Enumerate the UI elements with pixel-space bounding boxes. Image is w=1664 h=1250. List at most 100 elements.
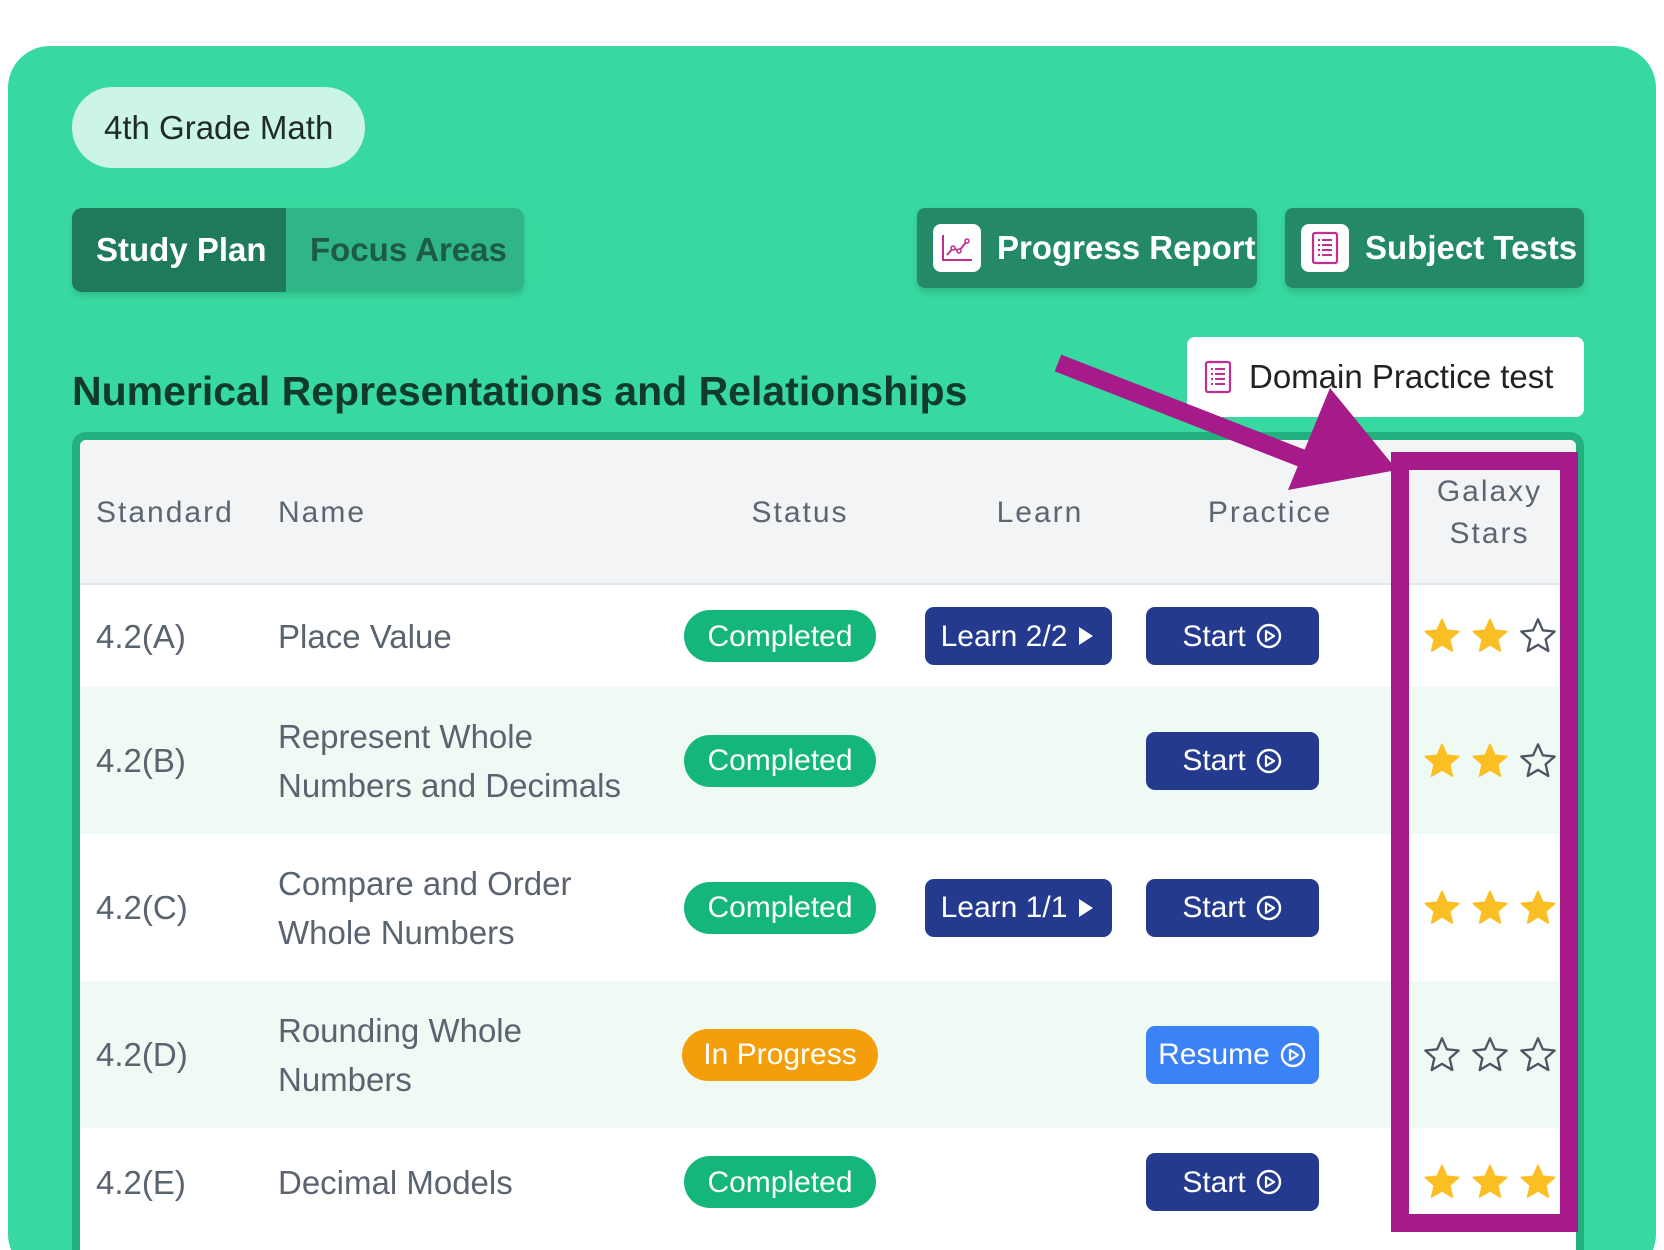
domain-practice-test-button[interactable]: Domain Practice test [1187, 337, 1584, 417]
standard-cell: 4.2(A) [96, 585, 266, 687]
stars-cell [1407, 1128, 1572, 1236]
section-title: Numerical Representations and Relationsh… [72, 368, 968, 414]
standard-cell: 4.2(D) [96, 981, 266, 1128]
resume-button[interactable]: Resume [1145, 1025, 1319, 1084]
status-cell: Completed [680, 834, 880, 981]
name-cell: Rounding Whole Numbers [278, 981, 678, 1128]
list-document-icon [1203, 360, 1233, 394]
stars-cell [1407, 981, 1572, 1128]
star-filled-icon [1520, 890, 1555, 924]
standard-name: Whole Numbers [278, 913, 515, 951]
practice-cell: Start [1132, 1128, 1332, 1236]
play-circle-icon [1256, 1169, 1281, 1195]
list-document-icon [1301, 224, 1349, 272]
start-button[interactable]: Start [1145, 878, 1319, 937]
practice-label: Start [1182, 619, 1246, 653]
learn-label: Learn 2/2 [940, 619, 1068, 653]
practice-cell: Start [1132, 585, 1332, 687]
stars-cell [1407, 687, 1572, 834]
galaxy-stars-rating [1422, 1035, 1558, 1075]
star-filled-icon [1472, 618, 1507, 652]
status-badge: Completed [684, 1156, 876, 1208]
stars-cell [1407, 585, 1572, 687]
standard-code: 4.2(E) [96, 1163, 186, 1201]
status-badge: Completed [684, 734, 876, 787]
star-empty-icon [1519, 1036, 1556, 1071]
chart-icon [933, 224, 981, 272]
practice-label: Start [1182, 1165, 1246, 1199]
table-row: 4.2(C) Compare and Order Whole Numbers Comp… [80, 834, 1576, 981]
galaxy-stars-rating [1422, 741, 1558, 781]
learn-button[interactable]: Learn 1/1 [924, 878, 1112, 937]
standard-name: Numbers [278, 1060, 412, 1098]
status-cell: In Progress [680, 981, 880, 1128]
status-cell: Completed [680, 1128, 880, 1236]
galaxy-stars-rating [1422, 1162, 1558, 1202]
practice-label: Resume [1158, 1038, 1270, 1071]
standard-name: Numbers and Decimals [278, 766, 621, 804]
standard-name: Compare and Order [278, 864, 572, 902]
header-learn: Learn [996, 495, 1084, 529]
star-filled-icon [1424, 618, 1459, 652]
header-standard: Standard [96, 495, 234, 529]
learn-button[interactable]: Learn 2/2 [924, 607, 1112, 665]
star-filled-icon [1472, 1164, 1507, 1198]
standard-name: Rounding Whole [278, 1011, 522, 1049]
tab-study-plan[interactable]: Study Plan [72, 208, 286, 292]
standard-code: 4.2(D) [96, 1036, 188, 1073]
learn-cell [918, 1128, 1118, 1236]
status-badge: Completed [684, 610, 876, 662]
practice-label: Start [1182, 744, 1246, 777]
table-row: 4.2(E) Decimal Models Completed Start [80, 1128, 1576, 1236]
name-cell: Place Value [278, 585, 678, 687]
star-empty-icon [1471, 1036, 1508, 1071]
start-button[interactable]: Start [1145, 731, 1319, 790]
tab-focus-areas[interactable]: Focus Areas [286, 208, 524, 292]
play-circle-icon [1280, 1042, 1306, 1067]
header-stars-line2: Stars [1449, 516, 1530, 550]
standard-code: 4.2(C) [96, 889, 188, 926]
standards-table: Standard Name Status Learn Practice Gala… [72, 432, 1584, 1250]
star-filled-icon [1472, 743, 1507, 777]
galaxy-stars-rating [1422, 888, 1558, 928]
star-empty-icon [1519, 618, 1556, 653]
play-icon [1079, 898, 1094, 917]
practice-cell: Resume [1132, 981, 1332, 1128]
play-circle-icon [1256, 623, 1281, 649]
subject-tests-label: Subject Tests [1365, 229, 1578, 266]
subject-pill[interactable]: 4th Grade Math [72, 87, 366, 168]
header-status: Status [751, 495, 849, 529]
status-cell: Completed [680, 687, 880, 834]
progress-report-button[interactable]: Progress Report [917, 208, 1257, 288]
domain-practice-label: Domain Practice test [1249, 358, 1554, 395]
standard-cell: 4.2(B) [96, 687, 266, 834]
star-filled-icon [1424, 1164, 1459, 1198]
view-tabs: Study Plan Focus Areas [72, 208, 524, 292]
practice-cell: Start [1132, 687, 1332, 834]
table-row: 4.2(D) Rounding Whole Numbers In Progress Re… [80, 981, 1576, 1128]
name-cell: Compare and Order Whole Numbers [278, 834, 678, 981]
progress-report-label: Progress Report [997, 229, 1256, 266]
learn-cell [918, 981, 1118, 1128]
name-cell: Represent Whole Numbers and Decimals [278, 687, 678, 834]
subject-tests-button[interactable]: Subject Tests [1285, 208, 1584, 288]
learn-cell [918, 687, 1118, 834]
standard-cell: 4.2(C) [96, 834, 266, 981]
galaxy-stars-rating [1422, 616, 1558, 656]
standard-name: Represent Whole [278, 717, 533, 755]
play-icon [1079, 627, 1094, 645]
table-row: 4.2(B) Represent Whole Numbers and Decimal… [80, 687, 1576, 834]
stars-cell [1407, 834, 1572, 981]
learn-cell: Learn 1/1 [918, 834, 1118, 981]
status-badge: In Progress [682, 1028, 878, 1081]
start-button[interactable]: Start [1145, 607, 1319, 665]
play-circle-icon [1256, 748, 1281, 773]
star-empty-icon [1519, 742, 1556, 777]
play-circle-icon [1256, 895, 1281, 920]
header-galaxy-stars: Galaxy Stars [1407, 440, 1572, 585]
star-filled-icon [1424, 743, 1459, 777]
learn-label: Learn 1/1 [940, 891, 1068, 924]
name-cell: Decimal Models [278, 1128, 678, 1236]
start-button[interactable]: Start [1145, 1153, 1319, 1211]
standard-cell: 4.2(E) [96, 1128, 266, 1236]
